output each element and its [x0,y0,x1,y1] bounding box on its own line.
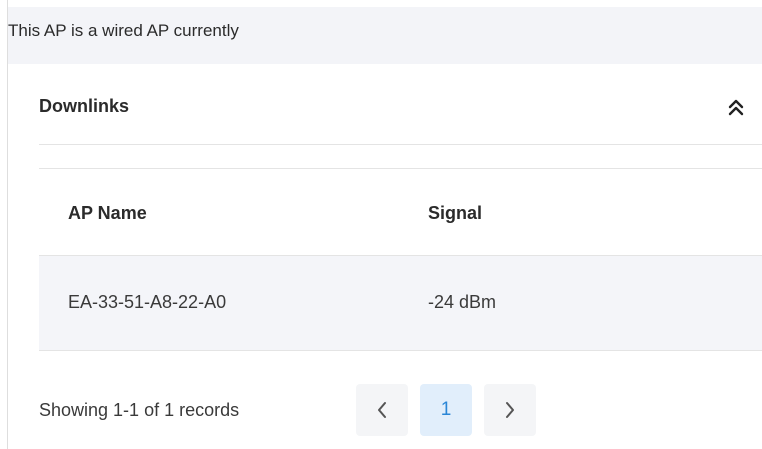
next-page-button[interactable] [484,384,536,436]
ap-detail-panel: This AP is a wired AP currently Downlink… [0,0,762,449]
column-header-signal[interactable]: Signal [428,203,482,224]
double-chevron-up-icon [728,99,744,116]
downlinks-title: Downlinks [39,96,130,116]
section-divider [39,144,762,145]
column-header-ap-name[interactable]: AP Name [68,203,147,224]
chevron-right-icon [506,402,514,418]
pagination-info: Showing 1-1 of 1 records [39,400,240,420]
page-1-button[interactable]: 1 [420,384,472,436]
table-row[interactable]: EA-33-51-A8-22-A0 -24 dBm [39,255,762,351]
cell-signal: -24 dBm [428,292,497,312]
collapse-downlinks-button[interactable] [723,94,749,120]
cell-ap-name: EA-33-51-A8-22-A0 [68,292,227,312]
wired-status-banner: This AP is a wired AP currently [8,7,762,64]
downlinks-table-header: AP Name Signal [39,169,762,255]
panel-left-border [7,0,8,449]
previous-page-button[interactable] [356,384,408,436]
wired-status-message: This AP is a wired AP currently [8,21,239,40]
chevron-left-icon [378,402,386,418]
